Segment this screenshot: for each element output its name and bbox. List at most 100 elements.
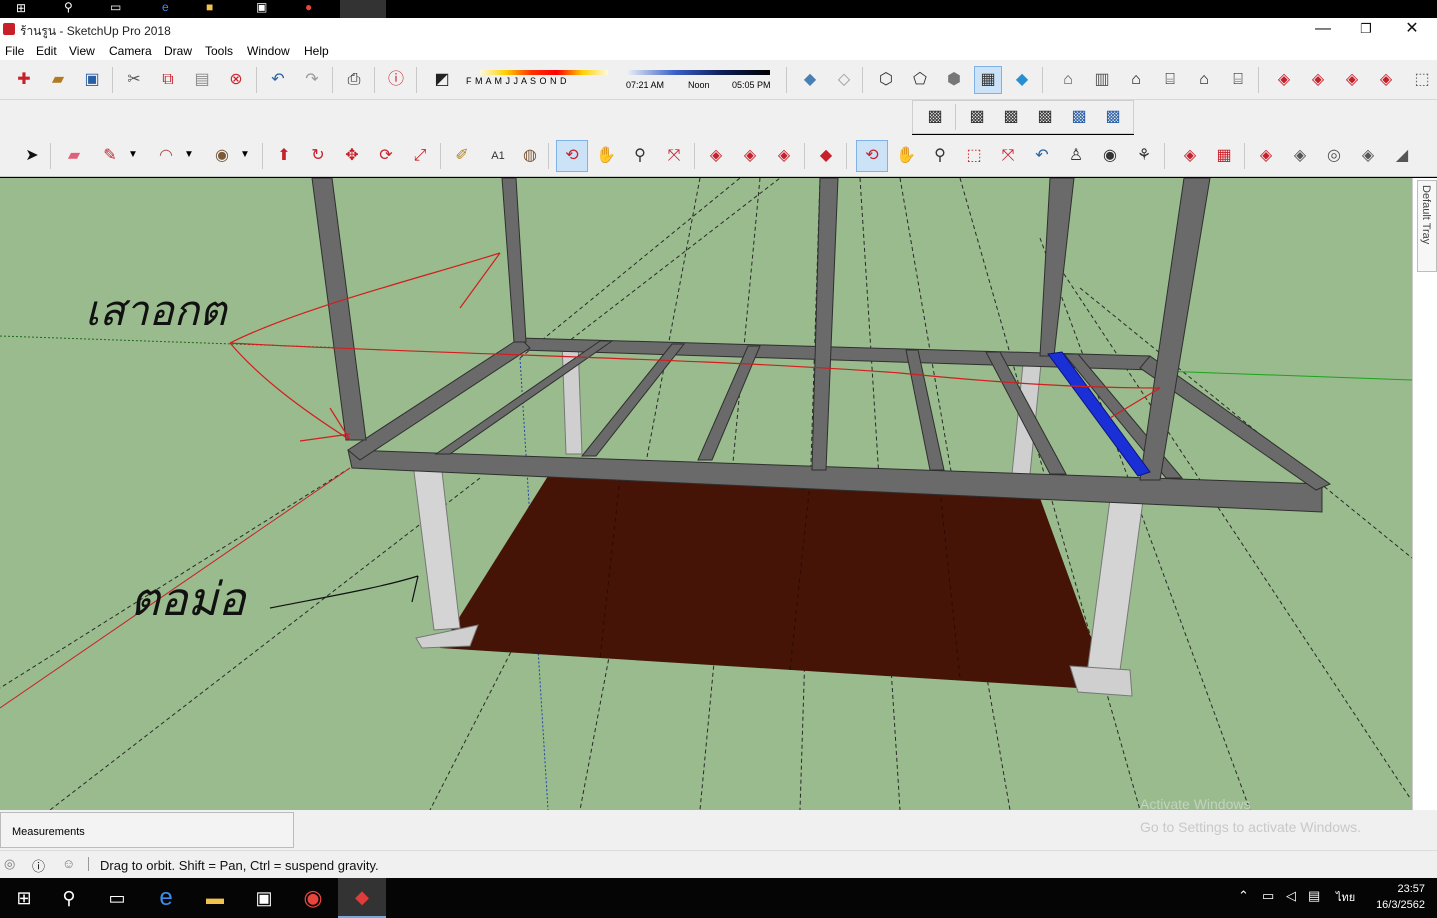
paste-icon[interactable]: ▤ bbox=[190, 68, 214, 92]
menu-edit[interactable]: Edit bbox=[36, 44, 57, 58]
start-windows-icon[interactable]: ⊞ bbox=[0, 878, 48, 918]
right-view-icon[interactable]: ⌸ bbox=[1158, 68, 1182, 92]
credits-icon[interactable]: ⓘ bbox=[32, 856, 45, 875]
menu-camera[interactable]: Camera bbox=[109, 44, 152, 58]
front-view-icon[interactable]: ⌂ bbox=[1124, 68, 1148, 92]
undo-icon[interactable]: ↶ bbox=[266, 68, 290, 92]
xray-icon[interactable]: ◆ bbox=[798, 68, 822, 92]
sandbox-contours-icon[interactable]: ◈ bbox=[1178, 144, 1202, 168]
top-view-icon[interactable]: ▥ bbox=[1090, 68, 1114, 92]
time-slider[interactable]: 07:21 AM Noon 05:05 PM bbox=[624, 68, 774, 92]
stamp-icon[interactable]: ◈ bbox=[1288, 144, 1312, 168]
scale-icon[interactable]: ⤢ bbox=[408, 144, 432, 168]
chevron-up-icon[interactable]: ⌃ bbox=[1238, 888, 1249, 904]
layer-manager-icon[interactable]: ▩ bbox=[1101, 105, 1125, 129]
share-model-icon[interactable]: ◈ bbox=[1306, 68, 1330, 92]
zoom-icon[interactable]: ⚲ bbox=[628, 144, 652, 168]
rotate-icon[interactable]: ⟳ bbox=[374, 144, 398, 168]
layer-icon[interactable]: ▩ bbox=[1067, 105, 1091, 129]
edge-icon[interactable]: e bbox=[162, 0, 169, 14]
network-icon[interactable]: ▭ bbox=[1262, 888, 1274, 904]
volume-icon[interactable]: ◁ bbox=[1286, 888, 1296, 904]
hidden-line-icon[interactable]: ⬠ bbox=[908, 68, 932, 92]
smoove-icon[interactable]: ◈ bbox=[1254, 144, 1278, 168]
input-language[interactable]: ไทย bbox=[1336, 888, 1355, 906]
left-view-icon[interactable]: ⌸ bbox=[1226, 68, 1250, 92]
model-info-icon[interactable]: ⓘ bbox=[384, 68, 408, 92]
drape-icon[interactable]: ◎ bbox=[1322, 144, 1346, 168]
chevron-down-icon[interactable]: ▼ bbox=[128, 149, 138, 160]
task-view-icon[interactable]: ▭ bbox=[110, 0, 121, 14]
open-folder-icon[interactable]: ▰ bbox=[46, 68, 70, 92]
circle-icon[interactable]: ◉ bbox=[210, 144, 234, 168]
zoom-icon[interactable]: ⚲ bbox=[928, 144, 952, 168]
minimize-button[interactable]: — bbox=[1300, 18, 1346, 42]
print-icon[interactable]: ⎙ bbox=[342, 68, 366, 92]
search-icon[interactable]: ⚲ bbox=[45, 878, 93, 918]
shadows-toggle-icon[interactable]: ◩ bbox=[430, 68, 454, 92]
shaded-icon[interactable]: ⬢ bbox=[942, 68, 966, 92]
pan-hand-icon[interactable]: ✋ bbox=[594, 144, 618, 168]
store-icon[interactable]: ▣ bbox=[240, 878, 288, 918]
explorer-icon[interactable]: ■ bbox=[206, 0, 213, 14]
windows-icon[interactable]: ⊞ bbox=[16, 1, 26, 15]
menu-view[interactable]: View bbox=[69, 44, 95, 58]
share-model-icon[interactable]: ◈ bbox=[738, 144, 762, 168]
ruby-gem-icon[interactable]: ◆ bbox=[814, 144, 838, 168]
zoom-window-icon[interactable]: ⬚ bbox=[962, 144, 986, 168]
chrome-icon[interactable]: ◉ bbox=[289, 878, 337, 918]
flip-edge-icon[interactable]: ◢ bbox=[1390, 144, 1414, 168]
date-slider[interactable]: F M A M J J A S O N D bbox=[466, 68, 616, 92]
section-plane-icon[interactable]: ▩ bbox=[923, 105, 947, 129]
task-view-icon[interactable]: ▭ bbox=[93, 878, 141, 918]
measurements-input[interactable] bbox=[133, 815, 291, 845]
tape-measure-icon[interactable]: ✐ bbox=[450, 144, 474, 168]
model-viewport[interactable]: เสาอกต ตอม่อ bbox=[0, 178, 1412, 810]
back-edges-icon[interactable]: ◇ bbox=[832, 68, 856, 92]
search-icon[interactable]: ⚲ bbox=[64, 0, 73, 14]
walk-icon[interactable]: ⚘ bbox=[1132, 144, 1156, 168]
store-icon[interactable]: ▣ bbox=[256, 0, 267, 14]
default-tray-tab[interactable]: Default Tray bbox=[1417, 180, 1437, 272]
redo-icon[interactable]: ↷ bbox=[300, 68, 324, 92]
file-explorer-icon[interactable]: ▬ bbox=[191, 878, 239, 918]
select-arrow-icon[interactable]: ➤ bbox=[20, 144, 44, 168]
orbit-icon[interactable]: ⟲ bbox=[856, 140, 888, 172]
sandbox-grid-icon[interactable]: ▦ bbox=[1212, 144, 1236, 168]
warehouse-icon[interactable]: ◈ bbox=[704, 144, 728, 168]
add-detail-icon[interactable]: ◈ bbox=[1356, 144, 1380, 168]
text-tool-icon[interactable]: A1 bbox=[486, 144, 510, 168]
shaded-textures-icon[interactable]: ▦ bbox=[974, 66, 1002, 94]
menu-tools[interactable]: Tools bbox=[205, 44, 233, 58]
iso-view-icon[interactable]: ⌂ bbox=[1056, 68, 1080, 92]
eraser-icon[interactable]: ▰ bbox=[62, 144, 86, 168]
taskbar-clock[interactable]: 23:57 16/3/2562 bbox=[1376, 881, 1425, 913]
restore-button[interactable]: ❐ bbox=[1343, 18, 1389, 42]
cut-icon[interactable]: ✂ bbox=[122, 68, 146, 92]
share-component-icon[interactable]: ◈ bbox=[1340, 68, 1364, 92]
warehouse-icon[interactable]: ◈ bbox=[1272, 68, 1296, 92]
paint-bucket-icon[interactable]: ◍ bbox=[518, 144, 542, 168]
wireframe-icon[interactable]: ⬡ bbox=[874, 68, 898, 92]
menu-file[interactable]: File bbox=[5, 44, 24, 58]
line-pencil-icon[interactable]: ✎ bbox=[98, 144, 122, 168]
sketchup-running-icon[interactable] bbox=[340, 0, 386, 18]
previous-view-icon[interactable]: ↶ bbox=[1030, 144, 1054, 168]
display-section-cut-icon[interactable]: ▩ bbox=[999, 105, 1023, 129]
sketchup-taskbar-icon[interactable]: ◆ bbox=[338, 878, 386, 918]
zoom-extents-icon[interactable]: ⤧ bbox=[996, 144, 1020, 168]
follow-me-icon[interactable]: ↻ bbox=[306, 144, 330, 168]
pan-hand-icon[interactable]: ✋ bbox=[894, 144, 918, 168]
look-around-icon[interactable]: ◉ bbox=[1098, 144, 1122, 168]
chevron-down-icon[interactable]: ▼ bbox=[240, 149, 250, 160]
menu-window[interactable]: Window bbox=[247, 44, 290, 58]
save-icon[interactable]: ▣ bbox=[80, 68, 104, 92]
menu-help[interactable]: Help bbox=[304, 44, 329, 58]
section-fill-icon[interactable]: ▩ bbox=[1033, 105, 1057, 129]
close-button[interactable]: ✕ bbox=[1389, 18, 1435, 42]
move-icon[interactable]: ✥ bbox=[340, 144, 364, 168]
user-icon[interactable]: ☺ bbox=[62, 856, 75, 871]
component-icon[interactable]: ⬚ bbox=[1410, 68, 1434, 92]
monochrome-icon[interactable]: ◆ bbox=[1010, 68, 1034, 92]
geo-location-icon[interactable]: ◎ bbox=[4, 856, 15, 872]
